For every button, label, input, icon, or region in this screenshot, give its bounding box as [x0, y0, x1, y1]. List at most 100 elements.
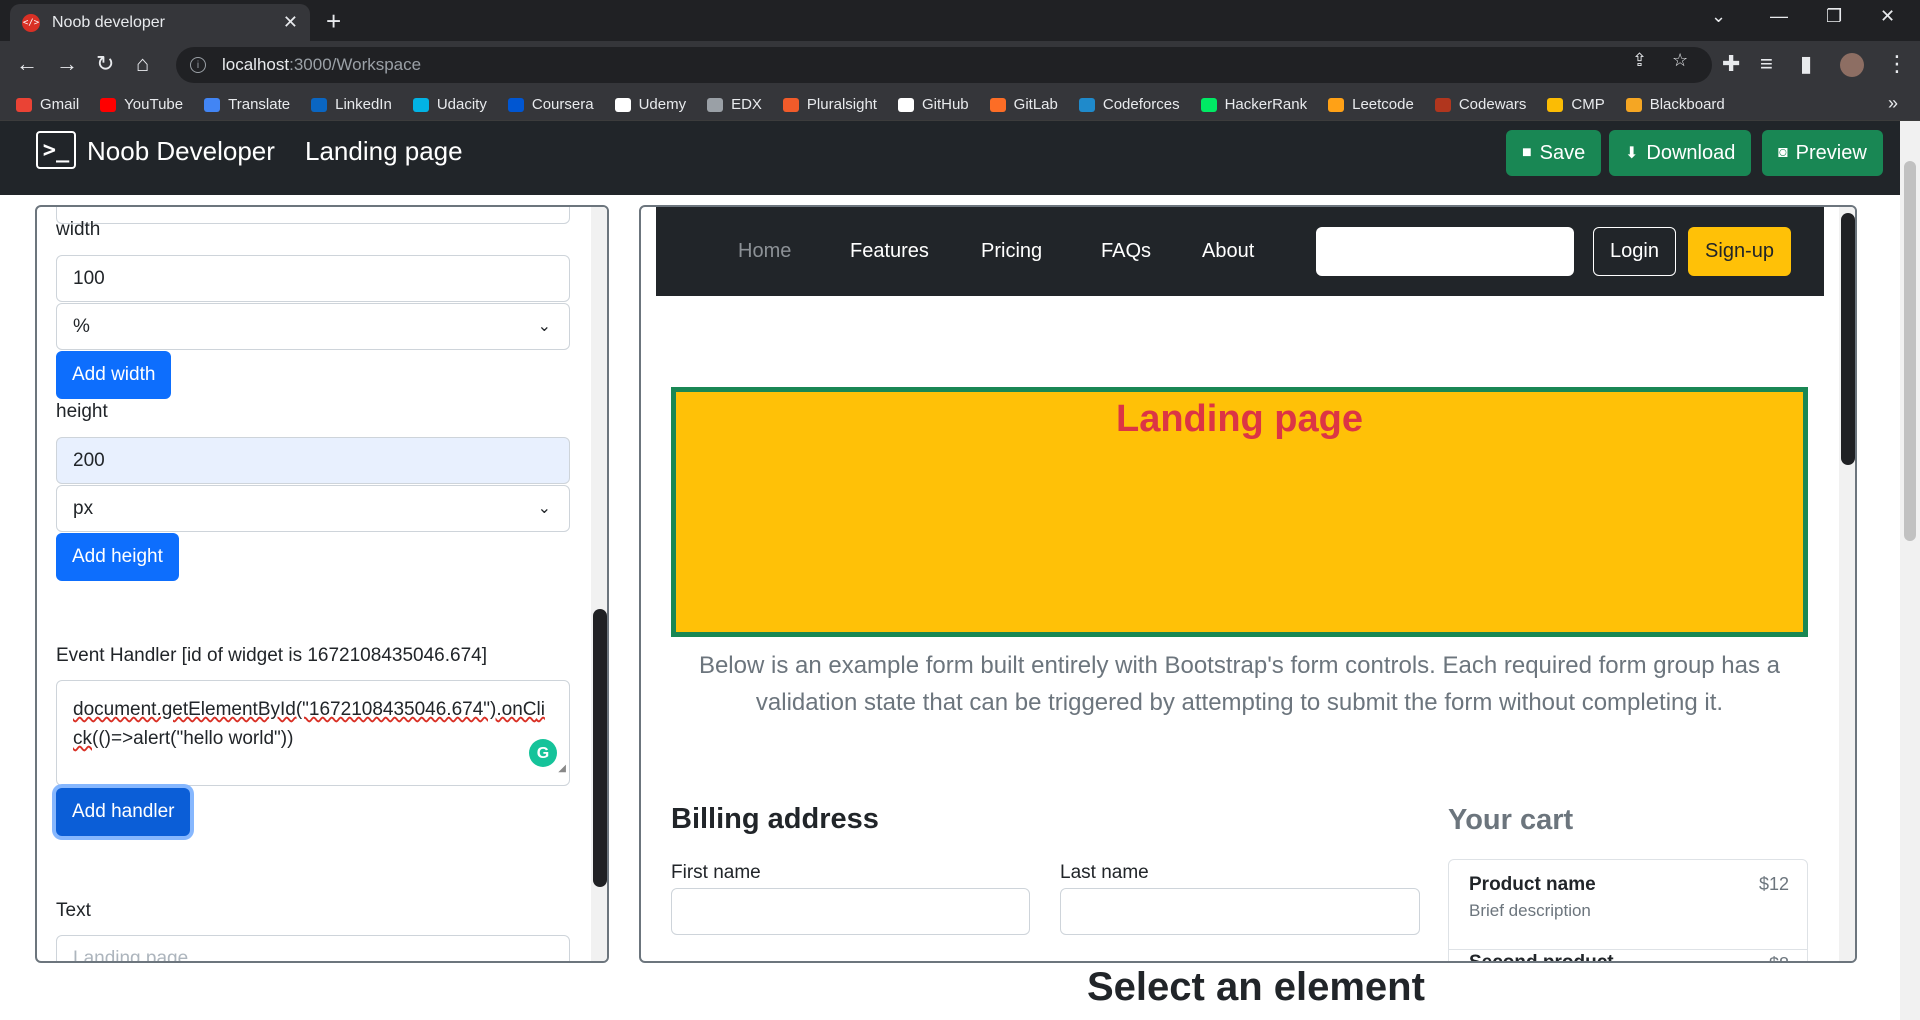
last-name-input[interactable]	[1060, 888, 1420, 935]
extensions-icon[interactable]: ✚	[1722, 51, 1740, 77]
height-unit-select[interactable]: px ⌄	[56, 485, 570, 532]
bookmark-item[interactable]: GitLab	[989, 96, 1058, 113]
preview-scrollbar[interactable]	[1839, 207, 1855, 961]
browser-tab[interactable]: </> Noob developer ✕	[10, 4, 310, 41]
preview-scrollbar-thumb[interactable]	[1841, 213, 1855, 465]
cart-item-desc: Brief description	[1469, 901, 1591, 920]
new-tab-icon[interactable]: +	[326, 6, 341, 37]
preview-navbar: Home Features Pricing FAQs About Login S…	[656, 207, 1824, 296]
app-header: >_ Noob Developer Landing page ■ Save ⬇ Do…	[0, 121, 1900, 195]
reading-list-icon[interactable]: ≡	[1760, 51, 1773, 77]
properties-scrollbar-thumb[interactable]	[593, 609, 607, 887]
forward-icon[interactable]: →	[56, 51, 78, 77]
nav-home[interactable]: Home	[738, 240, 791, 263]
bookmark-label: Blackboard	[1649, 96, 1725, 113]
preview-button[interactable]: ◙ Preview	[1762, 130, 1883, 176]
first-name-input[interactable]	[671, 888, 1030, 935]
bookmark-star-icon[interactable]: ☆	[1672, 50, 1688, 71]
hero-widget[interactable]: Landing page	[671, 387, 1808, 637]
bookmark-label: Coursera	[531, 96, 594, 113]
url-bar[interactable]: i localhost:3000/Workspace	[176, 47, 1712, 83]
bookmark-item[interactable]: EDX	[707, 96, 762, 113]
previous-field[interactable]	[56, 207, 570, 224]
brand-name[interactable]: Noob Developer	[87, 136, 275, 167]
resize-handle-icon[interactable]: ◢	[558, 754, 566, 783]
bookmark-favicon-icon	[1625, 97, 1642, 112]
back-icon[interactable]: ←	[16, 51, 38, 77]
bookmark-favicon-icon	[100, 97, 117, 112]
cart-item-price: $8	[1769, 954, 1789, 961]
add-width-button[interactable]: Add width	[56, 351, 172, 399]
bookmark-label: GitHub	[921, 96, 969, 113]
height-label: height	[56, 401, 108, 422]
save-label: Save	[1539, 141, 1586, 164]
share-icon[interactable]: ⇪	[1632, 50, 1647, 71]
page-scrollbar[interactable]	[1900, 121, 1920, 1020]
login-button[interactable]: Login	[1593, 227, 1676, 276]
bookmark-label: Gmail	[40, 96, 80, 113]
bookmark-favicon-icon	[412, 97, 429, 112]
reload-icon[interactable]: ↻	[96, 51, 114, 77]
home-icon[interactable]: ⌂	[136, 51, 149, 77]
cart-item: Product name Brief description $12	[1449, 874, 1807, 950]
bookmark-item[interactable]: Codewars	[1434, 96, 1526, 113]
text-placeholder: Landing page	[73, 947, 189, 963]
nav-features[interactable]: Features	[850, 240, 929, 263]
bookmark-favicon-icon	[204, 97, 221, 112]
bookmarks-bar: Gmail YouTube Translate LinkedIn Udacity Cour…	[0, 89, 1920, 121]
bookmark-item[interactable]: HackerRank	[1200, 96, 1307, 113]
event-handler-textarea[interactable]: document.getElementById("1672108435046.6…	[56, 680, 570, 786]
nav-about[interactable]: About	[1202, 240, 1254, 263]
bookmark-item[interactable]: Pluralsight	[782, 96, 877, 113]
preview-search-input[interactable]	[1316, 227, 1574, 276]
save-icon: ■	[1522, 144, 1532, 161]
bookmark-item[interactable]: Udemy	[614, 96, 687, 113]
close-window-icon[interactable]: ✕	[1880, 6, 1895, 27]
bookmark-item[interactable]: GitHub	[897, 96, 969, 113]
bookmark-label: YouTube	[124, 96, 184, 113]
bookmark-favicon-icon	[311, 97, 328, 112]
nav-pricing[interactable]: Pricing	[981, 240, 1042, 263]
event-code-part-3: (()=>alert("hello world"))	[92, 728, 294, 749]
minimize-icon[interactable]: —	[1770, 6, 1788, 27]
bookmark-item[interactable]: YouTube	[100, 96, 183, 113]
profile-avatar[interactable]	[1840, 53, 1864, 77]
bookmark-item[interactable]: Codeforces	[1078, 96, 1180, 113]
bookmark-item[interactable]: Coursera	[507, 96, 594, 113]
height-input[interactable]: 200	[56, 437, 570, 484]
signup-button[interactable]: Sign-up	[1688, 227, 1791, 276]
download-button[interactable]: ⬇ Download	[1609, 130, 1752, 176]
add-height-button[interactable]: Add height	[56, 533, 179, 581]
bookmark-item[interactable]: CMP	[1547, 96, 1605, 113]
bookmark-favicon-icon	[782, 97, 799, 112]
restore-icon[interactable]: ❐	[1826, 6, 1842, 27]
width-input[interactable]: 100	[56, 255, 570, 302]
site-info-icon[interactable]: i	[190, 57, 206, 73]
menu-icon[interactable]: ⋮	[1886, 51, 1908, 77]
side-panel-icon[interactable]: ▮	[1800, 51, 1812, 77]
close-tab-icon[interactable]: ✕	[283, 12, 298, 33]
app-favicon-icon: </>	[22, 13, 40, 32]
cart-item-price: $12	[1758, 874, 1789, 894]
more-bookmarks-icon[interactable]: »	[1888, 93, 1898, 114]
bookmark-item[interactable]: LinkedIn	[311, 96, 392, 113]
properties-scrollbar[interactable]	[591, 207, 607, 961]
bookmark-item[interactable]: Blackboard	[1625, 96, 1725, 113]
bookmark-label: Udemy	[638, 96, 687, 113]
bookmark-item[interactable]: Translate	[204, 96, 290, 113]
text-input[interactable]: Landing page	[56, 935, 570, 963]
add-handler-button[interactable]: Add handler	[56, 788, 191, 836]
tab-search-chevron-icon[interactable]: ⌄	[1711, 6, 1726, 27]
page-scrollbar-thumb[interactable]	[1904, 161, 1916, 541]
bookmark-item[interactable]: Udacity	[412, 96, 487, 113]
first-name-label: First name	[671, 862, 761, 883]
grammarly-icon[interactable]: G	[529, 739, 557, 767]
width-unit-select[interactable]: % ⌄	[56, 303, 570, 350]
nav-faqs[interactable]: FAQs	[1101, 240, 1151, 263]
url-host: localhost	[222, 55, 290, 74]
bookmark-item[interactable]: Leetcode	[1328, 96, 1414, 113]
bookmark-item[interactable]: Gmail	[16, 96, 79, 113]
save-button[interactable]: ■ Save	[1506, 130, 1602, 176]
bookmark-label: GitLab	[1013, 96, 1058, 113]
tab-title: Noob developer	[52, 13, 165, 31]
